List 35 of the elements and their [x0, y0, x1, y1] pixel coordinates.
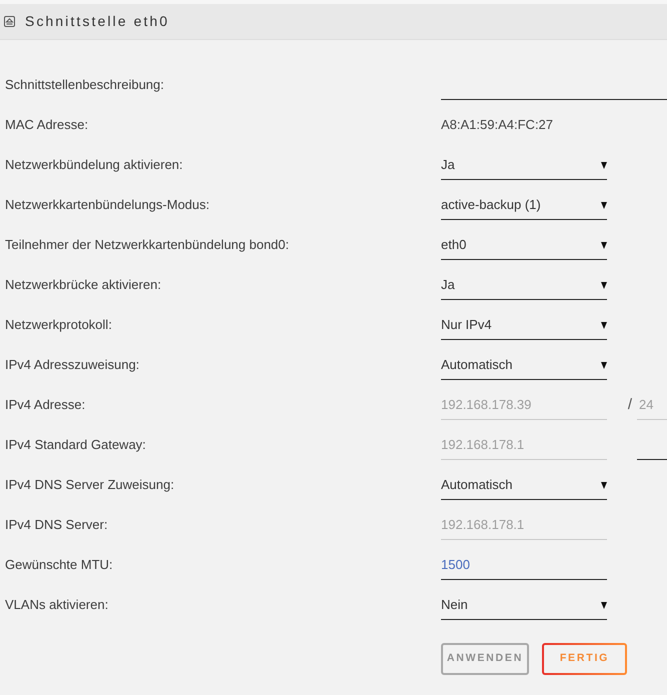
select-field[interactable]: active-backup (1)	[441, 191, 607, 220]
field-label: IPv4 DNS Server Zuweisung:	[5, 476, 176, 494]
caret-icon	[601, 162, 607, 168]
caret-icon	[601, 202, 607, 208]
caret-icon	[601, 602, 607, 608]
caret-icon	[601, 362, 607, 368]
select-field[interactable]: Ja	[441, 271, 607, 300]
field-label: Schnittstellenbeschreibung:	[5, 76, 165, 94]
select-field[interactable]: Nur IPv4	[441, 311, 607, 340]
mac-address-value: A8:A1:59:A4:FC:27	[441, 116, 554, 134]
field-label: IPv4 DNS Server:	[5, 516, 109, 534]
select-field[interactable]: eth0	[441, 231, 607, 260]
field-label: Netzwerkprotokoll:	[5, 316, 113, 334]
caret-icon	[601, 482, 607, 488]
field-label: IPv4 Adresse:	[5, 396, 86, 414]
field-label: Teilnehmer der Netzwerkkartenbündelung bond0:	[5, 236, 290, 254]
caret-icon	[601, 282, 607, 288]
select-field[interactable]: Automatisch	[441, 351, 607, 380]
field-label: Gewünschte MTU:	[5, 556, 114, 574]
caret-icon	[601, 242, 607, 248]
field-label: Netzwerkbündelung aktivieren:	[5, 156, 184, 174]
slash-separator: /	[628, 395, 632, 415]
caret-icon	[601, 322, 607, 328]
select-field[interactable]: Nein	[441, 591, 607, 620]
select-field[interactable]: Automatisch	[441, 471, 607, 500]
panel-title: Schnittstelle eth0	[25, 12, 170, 31]
field-label: Netzwerkkartenbündelungs-Modus:	[5, 196, 210, 214]
field-label: MAC Adresse:	[5, 116, 90, 134]
eject-icon	[4, 16, 15, 27]
select-field[interactable]: Ja	[441, 151, 607, 180]
field-label: Netzwerkbrücke aktivieren:	[5, 276, 162, 294]
field-label: IPv4 Adresszuweisung:	[5, 356, 140, 374]
input-field[interactable]: 1500	[441, 551, 607, 580]
field-label: IPv4 Standard Gateway:	[5, 436, 147, 454]
field-label: VLANs aktivieren:	[5, 596, 110, 614]
